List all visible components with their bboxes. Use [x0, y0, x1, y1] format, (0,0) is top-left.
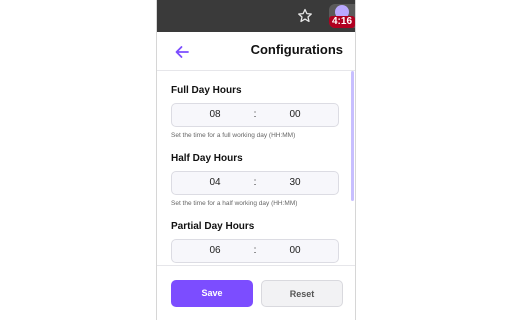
time-input[interactable]: 06 : 00	[171, 239, 339, 263]
time-separator: :	[253, 245, 257, 256]
minutes-input[interactable]: 30	[270, 172, 320, 194]
time-separator: :	[253, 177, 257, 188]
full-day-hours-field: Full Day Hours 08 : 00 Set the time for …	[171, 84, 339, 139]
star-icon[interactable]	[297, 8, 313, 24]
browser-toolbar: 4:16	[157, 0, 355, 32]
time-input[interactable]: 04 : 30	[171, 171, 339, 195]
popup-footer: Save Reset	[157, 265, 355, 320]
back-arrow-icon[interactable]	[173, 43, 191, 61]
half-day-hours-field: Half Day Hours 04 : 30 Set the time for …	[171, 152, 339, 207]
hours-input[interactable]: 06	[190, 240, 240, 262]
settings-content[interactable]: Full Day Hours 08 : 00 Set the time for …	[157, 71, 355, 265]
minutes-input[interactable]: 00	[270, 104, 320, 126]
field-label: Partial Day Hours	[171, 221, 255, 232]
time-separator: :	[253, 109, 257, 120]
field-label: Half Day Hours	[171, 153, 243, 164]
reset-button[interactable]: Reset	[261, 280, 343, 307]
hours-input[interactable]: 08	[190, 104, 240, 126]
extension-icon[interactable]: 4:16	[329, 4, 355, 28]
popup-header: Configurations	[157, 32, 355, 71]
extension-badge: 4:16	[329, 16, 355, 28]
field-label: Full Day Hours	[171, 85, 242, 96]
partial-day-hours-field: Partial Day Hours 06 : 00	[171, 220, 339, 263]
time-input[interactable]: 08 : 00	[171, 103, 339, 127]
save-button[interactable]: Save	[171, 280, 253, 307]
helper-text: Set the time for a half working day (HH:…	[171, 200, 298, 207]
extension-popup: 4:16 Configurations Full Day Hours 08 : …	[156, 0, 356, 320]
hours-input[interactable]: 04	[190, 172, 240, 194]
page-title: Configurations	[250, 42, 343, 57]
helper-text: Set the time for a full working day (HH:…	[171, 132, 296, 139]
scrollbar[interactable]	[351, 71, 354, 201]
minutes-input[interactable]: 00	[270, 240, 320, 262]
